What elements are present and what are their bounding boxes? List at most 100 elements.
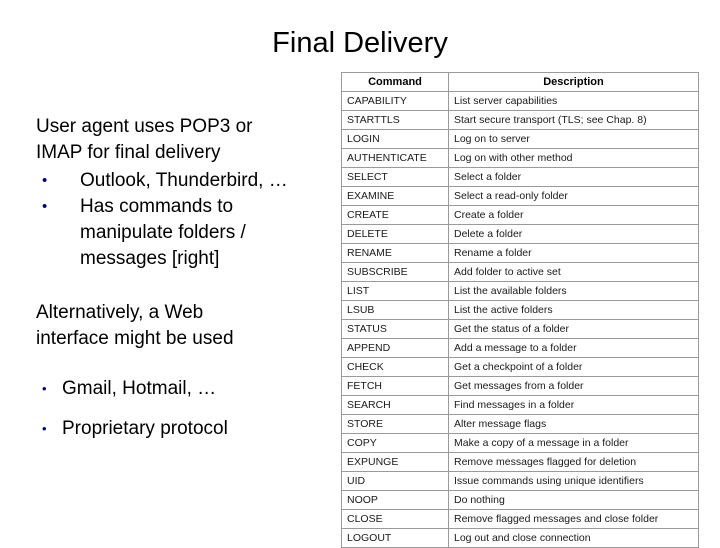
cell-command: APPEND [341, 338, 449, 358]
imap-command-table: Command Description CAPABILITY List serve… [341, 72, 699, 548]
cell-command: DELETE [341, 224, 449, 244]
cell-command: SEARCH [341, 395, 449, 415]
list-item: • Gmail, Hotmail, … [36, 376, 326, 402]
cell-command: CLOSE [341, 509, 449, 529]
cell-command: UID [341, 471, 449, 491]
table-row: STARTTLS Start secure transport (TLS; see… [341, 110, 699, 130]
list-item-label: Outlook, Thunderbird, … [80, 170, 288, 191]
table-row: EXAMINE Select a read-only folder [341, 186, 699, 206]
list-item-label: Has commands to [80, 196, 234, 217]
bullet-list-webmail: • Gmail, Hotmail, … • Proprietary protoc… [36, 376, 326, 442]
cell-command: LOGIN [341, 129, 449, 149]
paragraph-pop3-imap-line-1: User agent uses POP3 or [36, 116, 253, 137]
list-item: • Has commands to [36, 194, 326, 220]
column-header-command: Command [341, 72, 449, 92]
table-header-row: Command Description [341, 72, 699, 92]
paragraph-pop3-imap-line-2: IMAP for final delivery [36, 142, 221, 163]
imap-command-table-figure: Command Description CAPABILITY List serve… [341, 72, 699, 548]
list-item-continuation: messages [right] [36, 246, 326, 272]
table-row: LSUB List the active folders [341, 300, 699, 320]
cell-command: AUTHENTICATE [341, 148, 449, 168]
cell-description: Do nothing [448, 490, 699, 510]
table-row: LIST List the available folders [341, 281, 699, 301]
table-row: CLOSE Remove flagged messages and close f… [341, 509, 699, 529]
table-row: CAPABILITY List server capabilities [341, 91, 699, 111]
cell-description: Add a message to a folder [448, 338, 699, 358]
cell-description: Remove flagged messages and close folder [448, 509, 699, 529]
list-item-label: Proprietary protocol [62, 418, 228, 439]
cell-description: Make a copy of a message in a folder [448, 433, 699, 453]
cell-description: Select a read-only folder [448, 186, 699, 206]
cell-description: Add folder to active set [448, 262, 699, 282]
cell-description: Alter message flags [448, 414, 699, 434]
cell-command: LOGOUT [341, 528, 449, 548]
left-text-column: User agent uses POP3 or IMAP for final d… [36, 114, 326, 442]
cell-command: STARTTLS [341, 110, 449, 130]
paragraph-web-interface: Alternatively, a Web interface might be … [36, 300, 326, 352]
cell-description: Select a folder [448, 167, 699, 187]
paragraph-web-interface-line-2: interface might be used [36, 328, 234, 349]
cell-description: Log out and close connection [448, 528, 699, 548]
cell-command: CREATE [341, 205, 449, 225]
table-row: SELECT Select a folder [341, 167, 699, 187]
table-row: DELETE Delete a folder [341, 224, 699, 244]
cell-description: Delete a folder [448, 224, 699, 244]
list-item-label: messages [right] [80, 248, 220, 269]
cell-description: Remove messages flagged for deletion [448, 452, 699, 472]
cell-command: COPY [341, 433, 449, 453]
cell-description: Log on to server [448, 129, 699, 149]
cell-description: Log on with other method [448, 148, 699, 168]
bullet-point-icon: • [42, 421, 47, 436]
table-row: FETCH Get messages from a folder [341, 376, 699, 396]
column-header-description: Description [448, 72, 699, 92]
table-row: UID Issue commands using unique identifie… [341, 471, 699, 491]
table-row: SEARCH Find messages in a folder [341, 395, 699, 415]
cell-description: Get messages from a folder [448, 376, 699, 396]
list-item: • Outlook, Thunderbird, … [36, 168, 326, 194]
page-title: Final Delivery [272, 27, 448, 59]
cell-description: Rename a folder [448, 243, 699, 263]
table-row: NOOP Do nothing [341, 490, 699, 510]
cell-command: SELECT [341, 167, 449, 187]
cell-command: EXAMINE [341, 186, 449, 206]
bullet-point-icon: • [42, 381, 47, 396]
cell-command: STORE [341, 414, 449, 434]
table-row: LOGIN Log on to server [341, 129, 699, 149]
paragraph-web-interface-line-1: Alternatively, a Web [36, 302, 204, 323]
table-row: COPY Make a copy of a message in a folder [341, 433, 699, 453]
table-row: APPEND Add a message to a folder [341, 338, 699, 358]
table-row: CHECK Get a checkpoint of a folder [341, 357, 699, 377]
table-row: EXPUNGE Remove messages flagged for delet… [341, 452, 699, 472]
cell-command: STATUS [341, 319, 449, 339]
table-row: AUTHENTICATE Log on with other method [341, 148, 699, 168]
cell-description: Get the status of a folder [448, 319, 699, 339]
table-row: STORE Alter message flags [341, 414, 699, 434]
cell-command: CAPABILITY [341, 91, 449, 111]
paragraph-pop3-imap: User agent uses POP3 or IMAP for final d… [36, 114, 326, 166]
bullet-list-user-agents: • Outlook, Thunderbird, … • Has commands… [36, 168, 326, 272]
cell-description: List server capabilities [448, 91, 699, 111]
cell-command: EXPUNGE [341, 452, 449, 472]
cell-command: FETCH [341, 376, 449, 396]
cell-command: LSUB [341, 300, 449, 320]
cell-description: List the active folders [448, 300, 699, 320]
cell-description: Create a folder [448, 205, 699, 225]
cell-command: SUBSCRIBE [341, 262, 449, 282]
table-row: LOGOUT Log out and close connection [341, 528, 699, 548]
bullet-point-icon: • [42, 172, 48, 189]
cell-description: Get a checkpoint of a folder [448, 357, 699, 377]
table-row: STATUS Get the status of a folder [341, 319, 699, 339]
cell-command: CHECK [341, 357, 449, 377]
bullet-point-icon: • [42, 198, 48, 215]
cell-description: Find messages in a folder [448, 395, 699, 415]
table-row: CREATE Create a folder [341, 205, 699, 225]
cell-command: RENAME [341, 243, 449, 263]
list-item: • Proprietary protocol [36, 416, 326, 442]
cell-command: NOOP [341, 490, 449, 510]
list-item-continuation: manipulate folders / [36, 220, 326, 246]
table-row: RENAME Rename a folder [341, 243, 699, 263]
list-item-label: Gmail, Hotmail, … [62, 378, 217, 399]
